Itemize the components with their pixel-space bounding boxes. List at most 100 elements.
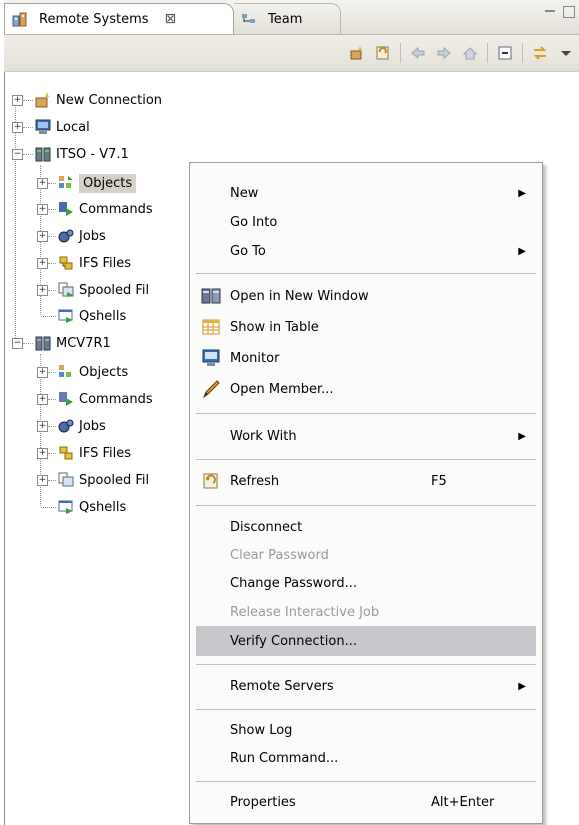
view-toolbar (4, 35, 579, 72)
expand-icon[interactable]: + (37, 367, 48, 378)
menu-item-open-in-new-window[interactable]: Open in New Window (196, 281, 536, 311)
collapse-icon[interactable]: − (12, 338, 23, 349)
objects-icon (57, 174, 75, 192)
view-menu-icon[interactable] (557, 44, 575, 62)
table-icon (200, 316, 222, 338)
expand-icon[interactable]: + (37, 421, 48, 432)
menu-item-disconnect[interactable]: Disconnect (196, 512, 536, 542)
menu-item-change-password[interactable]: Change Password... (196, 568, 536, 598)
submenu-arrow-icon: ▶ (518, 680, 526, 692)
menu-item-label: Remote Servers (230, 678, 334, 694)
tree-item-mcv7r1[interactable]: − MCV7R1 (12, 330, 111, 356)
home-icon[interactable] (461, 44, 479, 62)
menu-item-work-with[interactable]: Work With ▶ (196, 421, 536, 451)
close-icon[interactable]: ⊠ (165, 11, 177, 27)
tree-item-objects[interactable]: + Objects (37, 170, 137, 196)
expand-icon[interactable]: + (37, 285, 48, 296)
collapse-all-icon[interactable] (496, 44, 514, 62)
menu-item-properties[interactable]: Properties Alt+Enter (196, 787, 536, 817)
expand-icon[interactable]: + (37, 394, 48, 405)
tree-item-label: ITSO - V7.1 (56, 146, 129, 162)
menu-separator (196, 413, 536, 414)
menu-item-run-command[interactable]: Run Command... (196, 743, 536, 773)
refresh-icon (200, 470, 222, 492)
toolbar-separator (487, 43, 488, 63)
system-i-icon (34, 145, 52, 163)
expand-icon[interactable]: + (37, 448, 48, 459)
qshells-icon (57, 498, 75, 516)
jobs-icon (57, 417, 75, 435)
menu-item-go-to[interactable]: Go To ▶ (196, 236, 536, 266)
menu-item-shortcut: F5 (431, 473, 447, 489)
expand-icon[interactable]: + (37, 258, 48, 269)
menu-separator (196, 505, 536, 506)
tree-item-commands[interactable]: + Commands (37, 196, 153, 222)
toolbar-separator (522, 43, 523, 63)
tree-item-ifs-files[interactable]: + IFS Files (37, 440, 131, 466)
tree-item-label: Commands (79, 391, 153, 407)
collapse-icon[interactable]: − (12, 149, 23, 160)
tree-item-objects[interactable]: + Objects (37, 359, 128, 385)
tree-item-spooled-files[interactable]: + Spooled Fil (37, 467, 149, 493)
tree-item-new-connection[interactable]: + New Connection (12, 87, 162, 113)
tab-team[interactable]: Team (234, 3, 341, 34)
tree-item-jobs[interactable]: + Jobs (37, 413, 106, 439)
menu-item-go-into[interactable]: Go Into (196, 207, 536, 237)
tree-item-label: Commands (79, 201, 153, 217)
tree-item-ifs-files[interactable]: + IFS Files (37, 250, 131, 276)
spooled-files-icon (57, 471, 75, 489)
submenu-arrow-icon: ▶ (518, 430, 526, 442)
menu-item-label: Refresh (230, 473, 280, 489)
menu-item-monitor[interactable]: Monitor (196, 343, 536, 373)
context-menu: New ▶ Go Into Go To ▶ Open in New Window… (189, 162, 543, 824)
menu-item-label: Go Into (230, 214, 278, 230)
expand-icon[interactable]: + (37, 475, 48, 486)
menu-item-clear-password: Clear Password (196, 540, 536, 570)
menu-item-label: Disconnect (230, 519, 303, 535)
remote-systems-icon (11, 10, 29, 28)
tree-item-label: IFS Files (79, 255, 131, 271)
maximize-icon[interactable] (563, 6, 575, 18)
tree-item-commands[interactable]: + Commands (37, 386, 153, 412)
tree-item-qshells[interactable]: Qshells (37, 303, 126, 329)
menu-item-label: Open Member... (230, 381, 334, 397)
menu-item-remote-servers[interactable]: Remote Servers ▶ (196, 671, 536, 701)
tree-item-local[interactable]: + Local (12, 114, 90, 140)
minimize-icon[interactable] (545, 10, 555, 14)
menu-item-verify-connection[interactable]: Verify Connection... (196, 626, 536, 656)
menu-separator (196, 459, 536, 460)
expand-icon[interactable]: + (37, 178, 48, 189)
new-connection-icon[interactable] (348, 44, 366, 62)
menu-item-show-log[interactable]: Show Log (196, 715, 536, 745)
link-with-editor-icon[interactable] (531, 44, 549, 62)
tree-item-label: Jobs (79, 418, 106, 434)
tree-item-spooled-files[interactable]: + Spooled Fil (37, 277, 149, 303)
view-tab-bar: Remote Systems ⊠ Team (4, 0, 579, 35)
expand-icon[interactable]: + (12, 95, 23, 106)
menu-item-label: Monitor (230, 350, 280, 366)
back-icon[interactable] (409, 44, 427, 62)
tree-item-jobs[interactable]: + Jobs (37, 223, 106, 249)
menu-item-show-in-table[interactable]: Show in Table (196, 312, 536, 342)
tree-item-label: Qshells (79, 308, 127, 324)
tree-item-qshells[interactable]: Qshells (37, 494, 126, 520)
expand-icon[interactable]: + (37, 204, 48, 215)
refresh-icon[interactable] (374, 44, 392, 62)
commands-icon (57, 200, 75, 218)
team-icon (240, 10, 258, 28)
menu-item-refresh[interactable]: Refresh F5 (196, 466, 536, 496)
submenu-arrow-icon: ▶ (518, 245, 526, 257)
tab-team-label: Team (268, 11, 303, 27)
tree-item-itso[interactable]: − ITSO - V7.1 (12, 141, 129, 167)
tab-remote-systems[interactable]: Remote Systems ⊠ (4, 3, 234, 34)
menu-item-open-member[interactable]: Open Member... (196, 374, 536, 404)
menu-item-new[interactable]: New ▶ (196, 178, 536, 208)
expand-icon[interactable]: + (37, 231, 48, 242)
tree-item-label: Local (56, 119, 90, 135)
new-connection-icon (34, 91, 52, 109)
tree-item-label: Qshells (79, 499, 127, 515)
menu-item-label: Verify Connection... (230, 633, 357, 649)
expand-icon[interactable]: + (12, 122, 23, 133)
objects-icon (57, 363, 75, 381)
forward-icon[interactable] (435, 44, 453, 62)
